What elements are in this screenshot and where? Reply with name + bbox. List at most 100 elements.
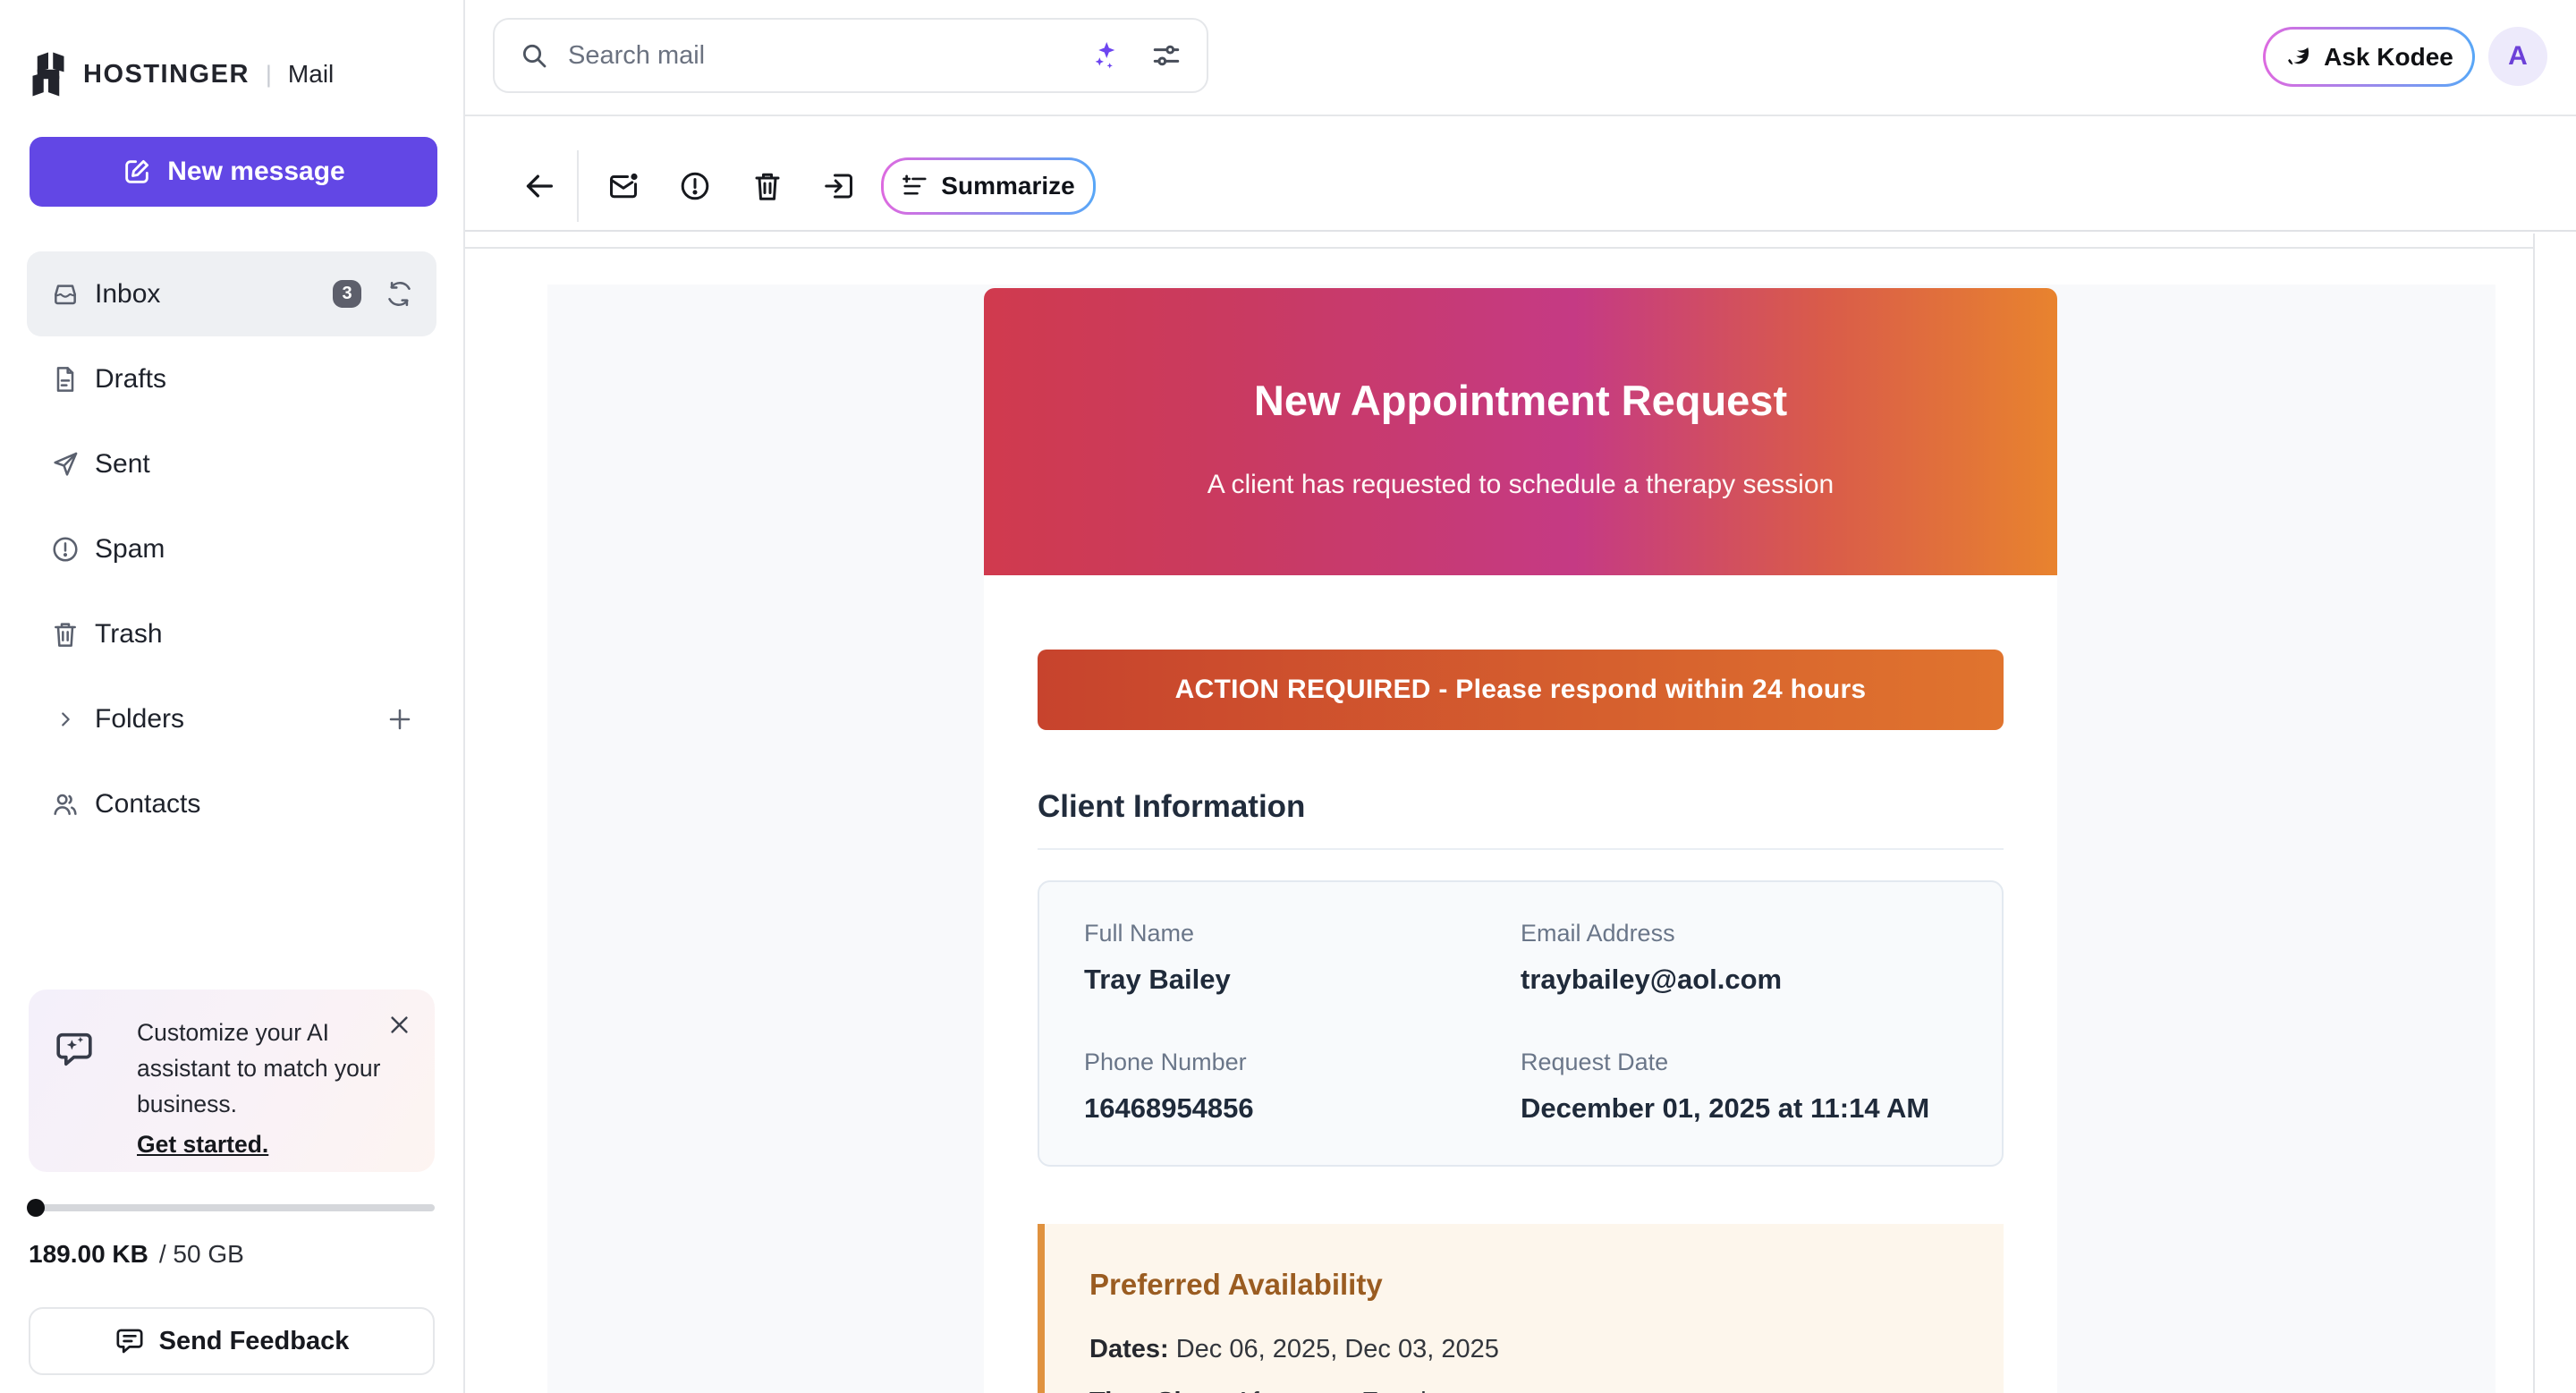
- drafts-icon: [51, 365, 80, 394]
- kodee-icon: [2284, 44, 2311, 71]
- send-feedback-button[interactable]: Send Feedback: [29, 1307, 435, 1375]
- summarize-label: Summarize: [941, 172, 1074, 200]
- sidebar-item-contacts[interactable]: Contacts: [27, 761, 436, 846]
- dates-label: Dates:: [1089, 1335, 1169, 1363]
- brand-separator: |: [266, 61, 272, 89]
- top-header: Ask Kodee A: [465, 0, 2576, 116]
- field-label: Email Address: [1521, 918, 1957, 948]
- storage-usage-bar: [29, 1204, 435, 1211]
- sidebar-item-sent[interactable]: Sent: [27, 421, 436, 506]
- message-scroll-area[interactable]: New Appointment Request A client has req…: [547, 285, 2496, 1393]
- storage-usage-fill: [27, 1199, 45, 1217]
- search-icon: [520, 41, 548, 70]
- sidebar-item-trash[interactable]: Trash: [27, 591, 436, 676]
- report-spam-icon[interactable]: [679, 170, 711, 202]
- sidebar-item-label: Drafts: [95, 364, 166, 395]
- ai-promo-card: Customize your AI assistant to match you…: [29, 990, 435, 1172]
- email-body: ACTION REQUIRED - Please respond within …: [984, 575, 2057, 1393]
- field-label: Request Date: [1521, 1047, 1957, 1077]
- content-right-border: [2533, 234, 2535, 1393]
- storage-label: 189.00 KB / 50 GB: [29, 1240, 244, 1269]
- back-arrow-icon[interactable]: [521, 168, 557, 204]
- preferred-availability-box: Preferred Availability Dates: Dec 06, 20…: [1038, 1224, 2004, 1393]
- ask-kodee-label: Ask Kodee: [2324, 43, 2453, 72]
- mark-unread-icon[interactable]: [607, 170, 640, 202]
- delete-icon[interactable]: [751, 170, 784, 202]
- storage-used: 189.00 KB: [29, 1240, 148, 1269]
- ai-promo-get-started-link[interactable]: Get started.: [137, 1131, 268, 1159]
- field-value: Tray Bailey: [1084, 963, 1521, 997]
- client-info-card: Full Name Tray Bailey Email Address tray…: [1038, 880, 2004, 1167]
- sidebar-item-label: Folders: [95, 704, 184, 735]
- sidebar-item-label: Sent: [95, 449, 150, 480]
- field-email-address: Email Address traybailey@aol.com: [1521, 918, 1957, 997]
- new-message-label: New message: [167, 157, 344, 187]
- email-card: New Appointment Request A client has req…: [984, 288, 2057, 1393]
- refresh-icon[interactable]: [386, 280, 413, 308]
- compose-icon: [122, 157, 152, 187]
- new-message-button[interactable]: New message: [30, 137, 437, 207]
- inbox-unread-badge: 3: [333, 280, 361, 308]
- hostinger-logo-icon: [30, 52, 67, 97]
- field-label: Phone Number: [1084, 1047, 1521, 1077]
- search-input[interactable]: [568, 41, 1089, 71]
- search-bar: [493, 18, 1208, 93]
- sidebar-item-folders[interactable]: Folders: [27, 676, 436, 761]
- inbox-icon: [51, 280, 80, 309]
- email-title: New Appointment Request: [984, 288, 2057, 425]
- field-value: 16468954856: [1084, 1091, 1521, 1125]
- field-request-date: Request Date December 01, 2025 at 11:14 …: [1521, 1047, 1957, 1125]
- storage-total: / 50 GB: [159, 1240, 244, 1269]
- summarize-button[interactable]: Summarize: [881, 157, 1096, 215]
- account-avatar[interactable]: A: [2488, 27, 2547, 86]
- move-to-folder-icon[interactable]: [823, 170, 855, 202]
- sidebar-item-label: Spam: [95, 534, 165, 565]
- brand-logo: HOSTINGER | Mail: [30, 52, 334, 97]
- email-hero-banner: New Appointment Request A client has req…: [984, 288, 2057, 575]
- field-label: Full Name: [1084, 918, 1521, 948]
- slots-value: Afternoon, Evening: [1234, 1388, 1455, 1393]
- toolbar-divider: [577, 150, 579, 222]
- search-filters-icon[interactable]: [1151, 40, 1182, 71]
- availability-dates: Dates: Dec 06, 2025, Dec 03, 2025: [1089, 1333, 1959, 1365]
- action-required-banner: ACTION REQUIRED - Please respond within …: [1038, 650, 2004, 730]
- sidebar-item-label: Inbox: [95, 279, 160, 310]
- field-full-name: Full Name Tray Bailey: [1084, 918, 1521, 997]
- close-icon[interactable]: [387, 1013, 411, 1037]
- chevron-right-icon: [55, 709, 75, 729]
- send-feedback-label: Send Feedback: [159, 1327, 350, 1356]
- message-view: New Appointment Request A client has req…: [465, 234, 2576, 1393]
- dates-value: Dec 06, 2025, Dec 03, 2025: [1176, 1335, 1499, 1363]
- trash-icon: [51, 620, 80, 649]
- contacts-icon: [51, 790, 80, 819]
- ask-kodee-button[interactable]: Ask Kodee: [2263, 27, 2475, 87]
- brand-name: HOSTINGER: [83, 60, 250, 89]
- sent-icon: [51, 450, 80, 479]
- sidebar-item-label: Trash: [95, 619, 163, 650]
- field-value: traybailey@aol.com: [1521, 963, 1957, 997]
- ai-promo-message: Customize your AI assistant to match you…: [137, 1015, 396, 1122]
- add-folder-icon[interactable]: [386, 706, 413, 733]
- sidebar-item-spam[interactable]: Spam: [27, 506, 436, 591]
- field-phone-number: Phone Number 16468954856: [1084, 1047, 1521, 1125]
- message-header-strip: [465, 234, 2533, 249]
- field-value: December 01, 2025 at 11:14 AM: [1521, 1091, 1957, 1125]
- feedback-chat-icon: [114, 1326, 145, 1356]
- client-information-heading: Client Information: [1038, 789, 2004, 825]
- summarize-icon: [902, 173, 928, 200]
- spam-icon: [51, 535, 80, 564]
- chat-sparkle-icon: [54, 1029, 95, 1070]
- section-divider: [1038, 848, 2004, 850]
- sidebar-item-inbox[interactable]: Inbox 3: [27, 251, 436, 336]
- avatar-initial: A: [2508, 41, 2528, 72]
- ai-search-sparkles-icon[interactable]: [1089, 39, 1121, 72]
- email-subtitle: A client has requested to schedule a the…: [984, 470, 2057, 500]
- availability-heading: Preferred Availability: [1089, 1267, 1959, 1303]
- availability-time-slots: Time Slots: Afternoon, Evening: [1089, 1386, 1959, 1393]
- slots-label: Time Slots:: [1089, 1388, 1229, 1393]
- message-toolbar: Summarize: [465, 116, 2576, 232]
- sidebar-item-label: Contacts: [95, 789, 200, 820]
- sidebar: HOSTINGER | Mail New message Inbox 3 Dr: [0, 0, 465, 1393]
- brand-product: Mail: [288, 60, 334, 89]
- sidebar-item-drafts[interactable]: Drafts: [27, 336, 436, 421]
